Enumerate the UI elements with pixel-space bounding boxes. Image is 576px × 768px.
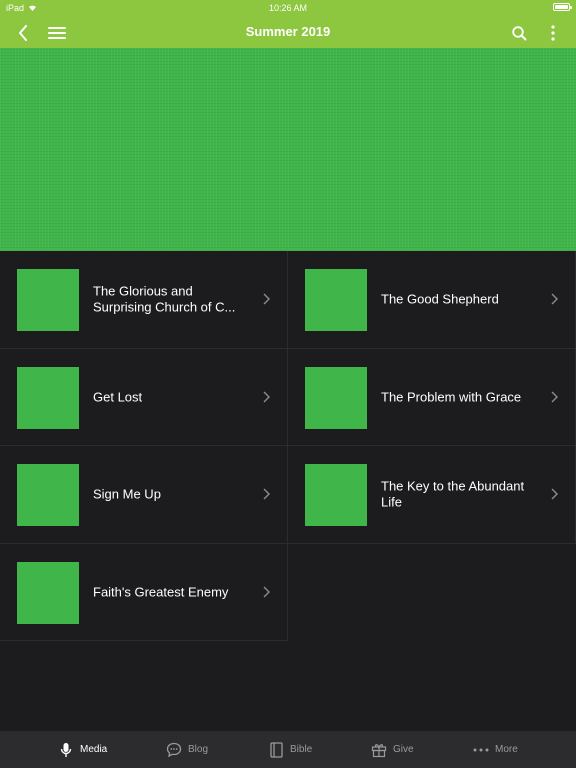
book-icon [268,741,284,758]
more-options-button[interactable] [542,22,564,44]
tab-label: Blog [188,744,209,755]
tab-blog[interactable]: Blog [166,731,208,768]
item-title: Faith's Greatest Enemy [93,584,229,599]
item-title: Get Lost [93,389,143,404]
tab-more[interactable]: More [473,731,518,768]
item-title: The Good Shepherd [381,291,499,307]
chevron-right-icon [549,390,559,404]
nav-bar: Summer 2019 [0,16,576,48]
vertical-ellipsis-icon [551,25,555,41]
status-time: 10:26 AM [268,3,308,13]
chevron-right-icon [261,487,271,501]
list-item[interactable]: Get Lost [0,348,288,446]
tab-bible[interactable]: Bible [268,731,312,768]
list-item[interactable]: The Key to the Abundant Life [288,446,576,544]
item-title: The Glorious and Surprising Church of C.… [93,283,236,315]
list-item[interactable]: Sign Me Up [0,446,288,544]
search-button[interactable] [508,22,530,44]
tab-label: Give [393,744,414,755]
chevron-right-icon [549,487,559,501]
item-thumbnail [17,561,79,624]
list-item[interactable]: Faith's Greatest Enemy [0,543,288,641]
tab-bar: Media Blog Bible Give More [0,731,576,768]
tab-media[interactable]: Media [58,731,107,768]
tab-label: More [495,744,518,755]
item-thumbnail [17,366,79,429]
item-thumbnail [305,269,367,331]
tab-label: Media [80,744,108,755]
chevron-right-icon [261,585,271,599]
status-bar: iPad 10:26 AM [0,0,576,16]
gift-icon [371,742,387,758]
list-item[interactable]: The Glorious and Surprising Church of C.… [0,251,288,349]
item-thumbnail [305,366,367,429]
battery-icon [553,3,572,11]
item-thumbnail [17,269,79,331]
list-item[interactable]: The Problem with Grace [288,348,576,446]
page-title: Summer 2019 [245,24,331,39]
item-title: The Problem with Grace [381,389,522,404]
tab-give[interactable]: Give [371,731,414,768]
chevron-right-icon [261,390,271,404]
speech-bubble-icon [166,742,182,758]
item-title: Sign Me Up [93,486,161,502]
item-thumbnail [17,464,79,526]
item-title: The Key to the Abundant Life [381,478,525,510]
chevron-right-icon [261,292,271,306]
chevron-right-icon [549,292,559,306]
microphone-icon [58,742,74,758]
tab-label: Bible [290,744,313,755]
item-thumbnail [305,464,367,526]
list-item[interactable]: The Good Shepherd [288,251,576,349]
series-banner-image [0,48,576,251]
ellipsis-icon [473,742,489,758]
search-icon [511,25,526,40]
